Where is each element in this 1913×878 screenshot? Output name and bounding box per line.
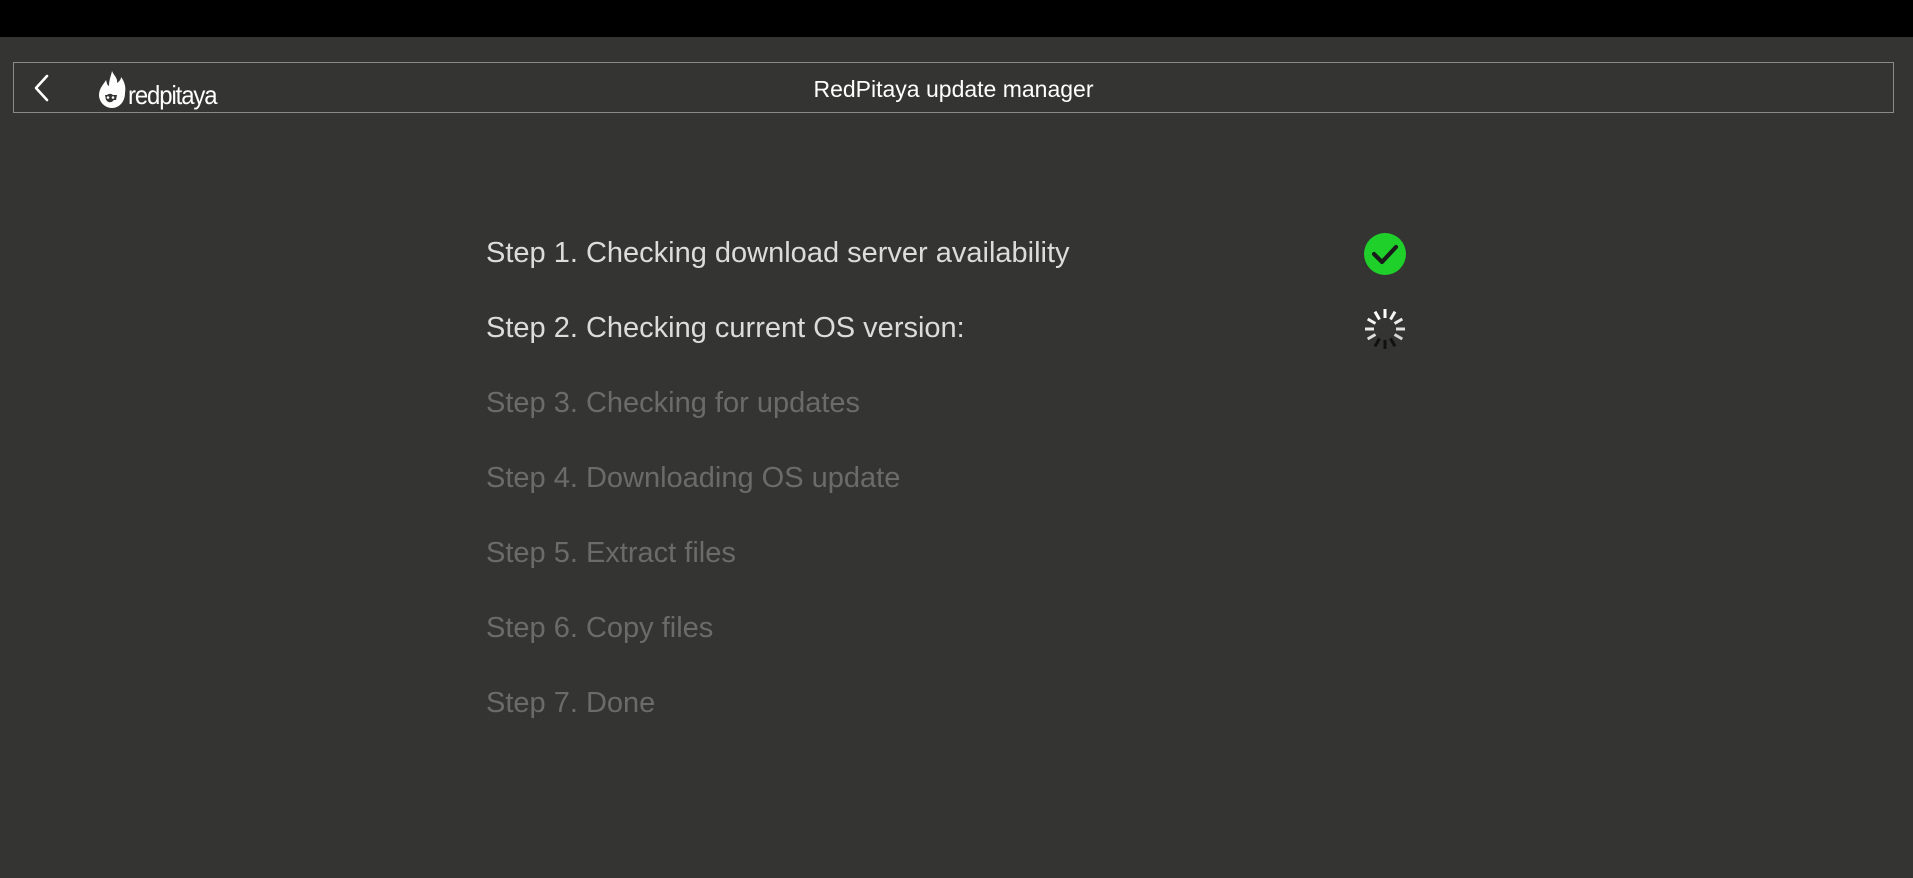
step-label: Step 2. Checking current OS version: xyxy=(486,312,965,344)
step-3: Step 3. Checking for updates xyxy=(486,378,1446,453)
steps-list: Step 1. Checking download server availab… xyxy=(486,228,1446,753)
spinner-icon xyxy=(1365,309,1405,349)
step-label: Step 3. Checking for updates xyxy=(486,387,861,419)
check-circle-icon xyxy=(1364,233,1406,275)
top-bar xyxy=(0,0,1913,37)
page-title: RedPitaya update manager xyxy=(813,76,1094,102)
step-6: Step 6. Copy files xyxy=(486,603,1446,678)
step-2: Step 2. Checking current OS version: xyxy=(486,303,1446,378)
step-1: Step 1. Checking download server availab… xyxy=(486,228,1446,303)
step-label: Step 4. Downloading OS update xyxy=(486,462,901,494)
step-4: Step 4. Downloading OS update xyxy=(486,453,1446,528)
step-label: Step 5. Extract files xyxy=(486,537,736,569)
app-header: redpitaya RedPitaya update manager xyxy=(13,62,1894,113)
step-label: Step 1. Checking download server availab… xyxy=(486,237,1070,269)
step-label: Step 6. Copy files xyxy=(486,612,714,644)
step-5: Step 5. Extract files xyxy=(486,528,1446,603)
step-7: Step 7. Done xyxy=(486,678,1446,753)
step-label: Step 7. Done xyxy=(486,687,656,719)
